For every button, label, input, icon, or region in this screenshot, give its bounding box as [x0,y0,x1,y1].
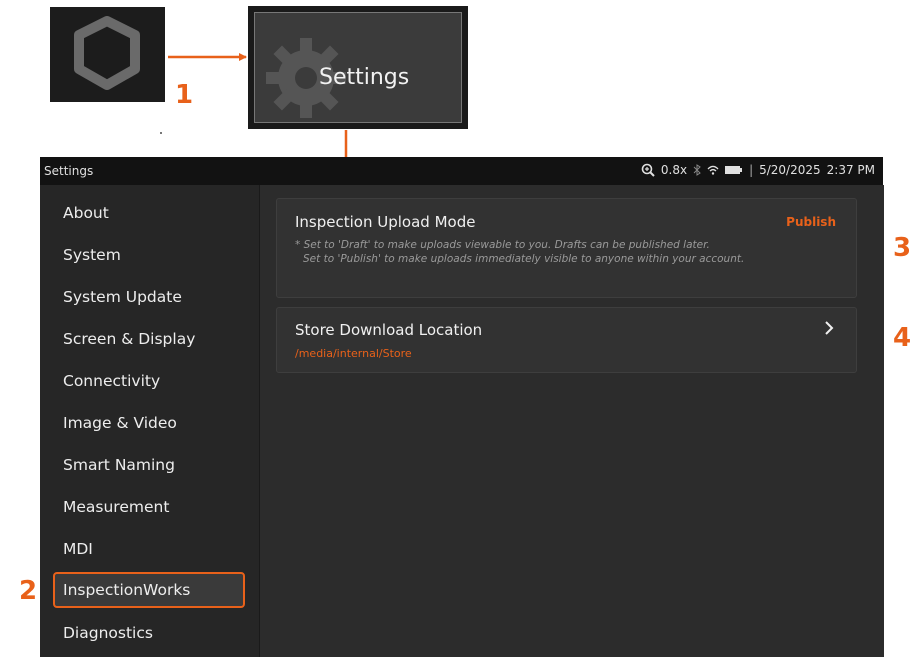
zoom-icon [641,163,655,177]
settings-content: Inspection Upload Mode Publish * Set to … [259,185,884,657]
wifi-icon [707,165,719,175]
battery-icon [725,166,743,174]
status-time: 2:37 PM [826,163,875,177]
status-bar: Settings 0.8x | 5/20/2025 2:37 PM [40,157,883,185]
sidebar-item-measurement[interactable]: Measurement [53,489,245,525]
store-download-location-setting[interactable]: Store Download Location /media/internal/… [276,307,857,373]
status-date: 5/20/2025 [759,163,821,177]
upload-mode-value[interactable]: Publish [786,215,836,229]
setting-title: Store Download Location [295,321,483,339]
description-line-2: Set to 'Publish' to make uploads immedia… [303,253,745,265]
sidebar-item-screen-display[interactable]: Screen & Display [53,321,245,357]
sidebar-item-diagnostics[interactable]: Diagnostics [53,615,245,651]
sidebar-item-connectivity[interactable]: Connectivity [53,363,245,399]
sidebar-item-system-update[interactable]: System Update [53,279,245,315]
sidebar-item-inspectionworks[interactable]: InspectionWorks [53,572,245,608]
settings-sidebar: About System System Update Screen & Disp… [40,185,259,657]
sidebar-item-system[interactable]: System [53,237,245,273]
inspection-upload-mode-setting[interactable]: Inspection Upload Mode Publish * Set to … [276,198,857,298]
callout-4: 4 [893,323,912,353]
device-screen: Settings 0.8x | 5/20/2025 2:37 PM About … [40,157,884,657]
sidebar-item-mdi[interactable]: MDI [53,531,245,567]
setting-title: Inspection Upload Mode [295,213,476,231]
download-location-path: /media/internal/Store [295,347,412,360]
sidebar-item-smart-naming[interactable]: Smart Naming [53,447,245,483]
sidebar-item-about[interactable]: About [53,195,245,231]
bluetooth-icon [693,164,701,176]
setting-description: * Set to 'Draft' to make uploads viewabl… [295,238,825,266]
callout-3: 3 [893,233,912,263]
description-line-1: * Set to 'Draft' to make uploads viewabl… [295,239,710,251]
zoom-level: 0.8x [660,163,688,177]
chevron-right-icon[interactable] [824,320,834,336]
window-title: Settings [44,164,94,178]
callout-2: 2 [19,576,38,606]
sidebar-item-image-video[interactable]: Image & Video [53,405,245,441]
callout-1: 1 [175,80,194,110]
